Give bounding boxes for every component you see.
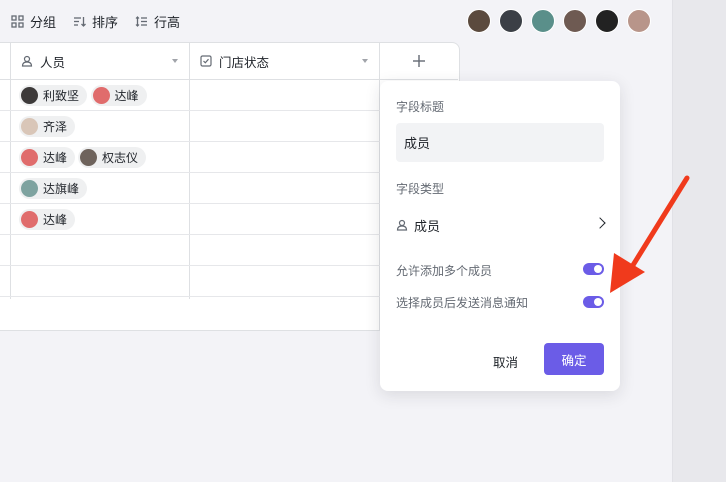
- member-name: 达峰: [43, 151, 68, 165]
- person-icon: [21, 55, 33, 67]
- column-divider: [10, 43, 11, 299]
- member-name: 利致坚: [43, 89, 80, 103]
- row-divider: [0, 265, 380, 266]
- field-title-value: 成员: [404, 137, 431, 152]
- avatar: [92, 87, 110, 104]
- field-settings-panel: 字段标题 成员 字段类型 成员 允许添加多个成员 选择成员后发送消息通知 取消 …: [380, 81, 620, 391]
- row-divider: [0, 296, 380, 297]
- confirm-button[interactable]: 确定: [544, 343, 604, 375]
- row-divider: [0, 172, 380, 173]
- annotation-arrow-icon: [610, 175, 690, 293]
- row-divider: [0, 203, 380, 204]
- avatar: [21, 211, 38, 228]
- column-label: 人员: [40, 54, 66, 70]
- plus-icon: [413, 55, 425, 67]
- row-height-label: 行高: [154, 16, 181, 31]
- person-icon: [396, 219, 408, 231]
- row-height-icon: [135, 16, 147, 27]
- add-column-button[interactable]: [380, 43, 458, 80]
- field-type-selector[interactable]: 成员: [396, 214, 606, 236]
- avatar: [80, 149, 97, 166]
- avatar[interactable]: [595, 9, 619, 33]
- avatar: [21, 180, 38, 197]
- sort-label: 排序: [92, 16, 119, 31]
- avatar[interactable]: [499, 9, 523, 33]
- column-divider: [189, 43, 190, 299]
- field-type-label: 字段类型: [396, 182, 445, 196]
- avatar[interactable]: [563, 9, 587, 33]
- member-name: 齐泽: [43, 120, 68, 134]
- cancel-button[interactable]: 取消: [493, 352, 518, 371]
- notify-label: 选择成员后发送消息通知: [396, 296, 529, 310]
- member-name: 达旗峰: [43, 182, 80, 196]
- member-tag[interactable]: 达峰: [19, 209, 76, 230]
- row-height-button[interactable]: 行高: [135, 12, 180, 31]
- group-label: 分组: [30, 16, 57, 31]
- checkbox-icon: [200, 55, 212, 67]
- sort-icon: [74, 17, 86, 27]
- field-type-value: 成员: [414, 219, 441, 235]
- group-button[interactable]: 分组: [11, 12, 56, 31]
- member-name: 达峰: [114, 89, 139, 103]
- column-header-store-status[interactable]: 门店状态: [190, 43, 380, 80]
- row-divider: [0, 110, 380, 111]
- avatar: [21, 118, 38, 135]
- collaborator-avatars: [467, 9, 659, 33]
- member-tag[interactable]: 利致坚: [19, 85, 88, 106]
- dropdown-caret-icon[interactable]: [172, 59, 178, 63]
- allow-multiple-label: 允许添加多个成员: [396, 264, 493, 278]
- grid-icon: [11, 15, 24, 28]
- member-name: 达峰: [43, 213, 68, 227]
- row-divider: [0, 141, 380, 142]
- member-tag[interactable]: 达峰: [90, 85, 147, 106]
- avatar: [21, 149, 38, 166]
- member-tag[interactable]: 权志仪: [78, 147, 147, 168]
- row-divider: [0, 234, 380, 235]
- avatar[interactable]: [467, 9, 491, 33]
- dropdown-caret-icon[interactable]: [362, 59, 368, 63]
- member-tag[interactable]: 齐泽: [19, 116, 76, 137]
- avatar: [21, 87, 38, 104]
- member-tag[interactable]: 达峰: [19, 147, 76, 168]
- field-title-input[interactable]: 成员: [396, 123, 604, 162]
- column-header-people[interactable]: 人员: [11, 43, 190, 80]
- column-label: 门店状态: [219, 54, 270, 70]
- avatar[interactable]: [531, 9, 555, 33]
- member-tag[interactable]: 达旗峰: [19, 178, 88, 199]
- sort-button[interactable]: 排序: [73, 12, 118, 31]
- member-name: 权志仪: [102, 151, 139, 165]
- avatar[interactable]: [627, 9, 651, 33]
- field-title-label: 字段标题: [396, 100, 445, 114]
- toolbar: 分组 排序 行高: [0, 0, 672, 42]
